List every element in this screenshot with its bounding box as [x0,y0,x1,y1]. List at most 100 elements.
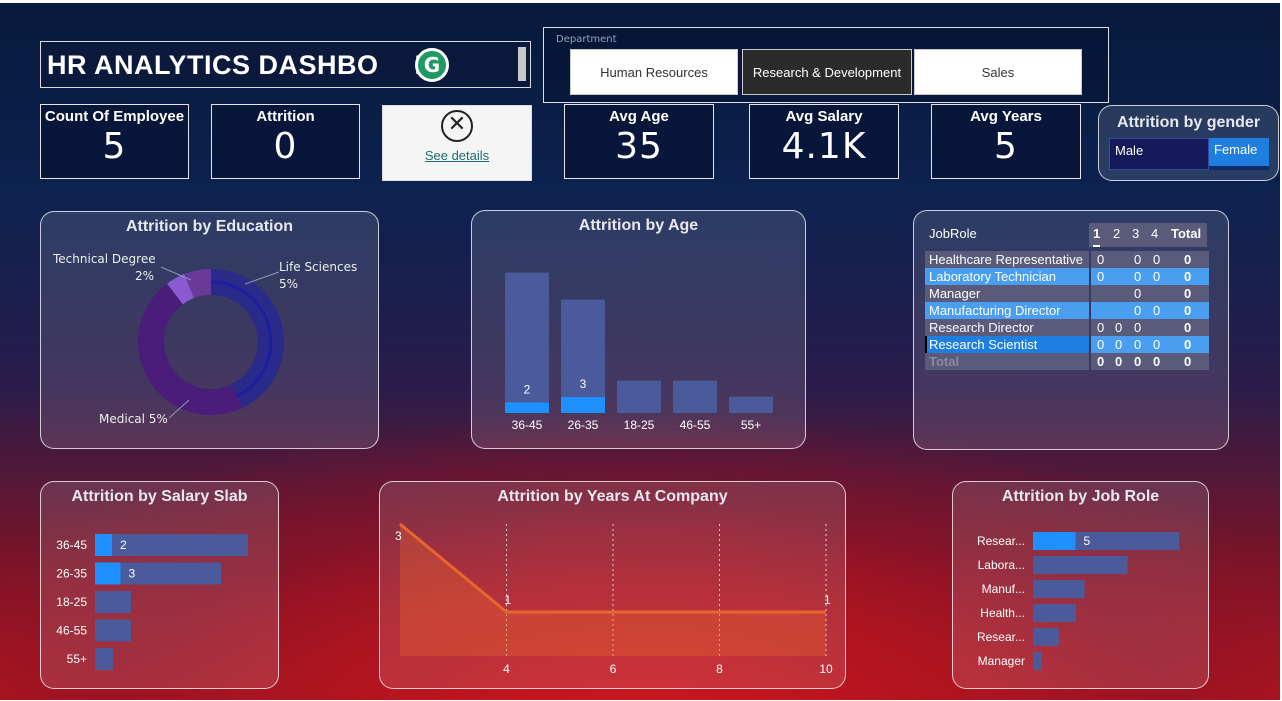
x-tick-label: 18-25 [624,418,655,432]
matrix-row[interactable]: Manager 0 0 [925,285,1209,302]
matrix-header-col[interactable]: Total [1171,223,1201,245]
kpi-value: 5 [994,126,1018,167]
matrix-header-col[interactable]: 2 [1113,223,1120,245]
slicer-label: Department [556,34,617,45]
matrix-cell: 0 [1153,303,1161,318]
matrix-total-row[interactable]: Total 0 0 0 0 0 [925,353,1209,370]
matrix-cell: 0 [1097,320,1105,335]
matrix-header: JobRole 1 2 3 4 Total [925,223,1207,249]
scrollbar[interactable] [518,47,526,81]
y-tick-label: 26-35 [56,567,87,581]
details-card: ✕ See details [382,105,532,181]
matrix-row-label: Manager [929,286,981,301]
label-life-pct: 5% [279,277,299,291]
matrix-cell: 0 [1097,252,1105,267]
gender-option-female[interactable]: Female [1209,138,1269,170]
kpi-avg-age: Avg Age 35 [564,104,714,179]
y-tick-label: 55+ [67,652,87,666]
bar-background[interactable] [1033,604,1076,622]
matrix-header-jobrole[interactable]: JobRole [929,223,977,245]
bar-highlight[interactable] [1033,532,1076,550]
leader-line [244,271,280,285]
bar-background[interactable] [95,648,113,670]
matrix-row[interactable]: Laboratory Technician 0 0 0 0 [925,268,1209,285]
bar-highlight[interactable] [95,562,121,585]
matrix-row-label: Research Scientist [929,337,1038,352]
bar-background[interactable] [95,619,131,642]
bar-background[interactable] [617,380,661,413]
matrix-cell: 0 [1153,269,1161,284]
kpi-count-employee: Count Of Employee 5 [40,104,189,179]
donut-slice-technical-2[interactable] [167,273,195,305]
matrix-row[interactable]: Research Director 0 0 0 0 [925,319,1209,336]
y-tick-label: 18-25 [56,595,87,609]
matrix-row-label: Research Director [929,320,1034,335]
x-tick-label: 4 [503,662,510,676]
y-tick-label: 46-55 [56,624,87,638]
label-medical: Medical 5% [99,412,168,426]
gender-option-male[interactable]: Male [1109,138,1209,170]
matrix-cell: 0 [1134,337,1142,352]
see-details-link[interactable]: See details [383,148,531,163]
matrix-cell: 0 [1115,320,1123,335]
y-tick-label: Manuf... [982,582,1025,596]
kpi-label: Attrition [256,108,315,125]
close-circle-icon[interactable]: ✕ [441,110,473,142]
matrix-cell: 0 [1184,252,1192,267]
matrix-row[interactable]: Healthcare Representative 0 0 0 0 [925,251,1209,268]
matrix-cell: 0 [1097,354,1105,369]
y-tick-label: Manager [978,654,1025,668]
slicer-option-research-development[interactable]: Research & Development [742,49,912,95]
bar-highlight[interactable] [561,397,605,413]
donut-slice-technical[interactable] [184,269,212,299]
bar-background[interactable] [95,534,248,556]
age-bar-chart: 2 36-45 3 26-35 18-25 46-55 55+ [505,272,773,432]
data-label: 1 [505,593,512,607]
matrix-row[interactable]: Research Scientist 0 0 0 0 0 [925,336,1209,353]
bar-highlight[interactable] [95,534,112,556]
x-tick-label: 46-55 [680,418,711,432]
matrix-header-col[interactable]: 1 [1093,223,1101,247]
x-tick-label: 36-45 [512,418,543,432]
gender-slicer: Attrition by gender Male Female [1098,105,1279,181]
label-technical-degree: Technical Degree [53,252,156,266]
matrix-cell: 0 [1134,252,1142,267]
x-tick-label: 6 [610,662,617,676]
kpi-value: 35 [615,126,663,167]
bar-background[interactable] [729,396,773,413]
education-donut-chart [138,266,284,419]
matrix-cell: 0 [1184,286,1192,301]
bar-background[interactable] [1033,652,1042,670]
bar-background[interactable] [95,591,131,613]
dashboard-title: HR ANALYTICS DASHBOD [47,50,434,80]
x-tick-label: 55+ [741,418,761,432]
kpi-avg-salary: Avg Salary 4.1K [749,104,899,179]
jobrole-matrix-panel: JobRole 1 2 3 4 Total Healthcare Represe… [913,210,1229,450]
bar-background[interactable] [673,380,717,413]
matrix-cell: 0 [1184,337,1192,352]
bar-background[interactable] [1033,556,1128,574]
slicer-option-sales[interactable]: Sales [914,49,1082,95]
kpi-attrition: Attrition 0 [211,104,360,179]
bar-background[interactable] [1033,580,1085,598]
bar-background[interactable] [561,299,605,413]
slicer-option-human-resources[interactable]: Human Resources [570,49,738,95]
years-area-chart: 3 1 1 4 6 8 10 [395,522,833,676]
matrix-cell: 0 [1134,320,1142,335]
matrix-header-col[interactable]: 3 [1132,223,1139,245]
donut-slice-life-sciences[interactable] [210,269,284,408]
kpi-label: Avg Salary [785,108,863,125]
bar-data-label: 3 [129,567,136,581]
data-label: 3 [395,529,402,543]
matrix-row-label: Total [929,354,960,369]
matrix-cell: 0 [1134,354,1142,369]
matrix-header-col[interactable]: 4 [1151,223,1158,245]
bar-highlight[interactable] [505,402,549,413]
matrix-row[interactable]: Manufacturing Director 0 0 0 [925,302,1209,319]
gender-slicer-title: Attrition by gender [1116,114,1261,131]
y-tick-label: Resear... [977,534,1025,548]
dashboard-canvas: HR ANALYTICS DASHBOD G Department Human … [0,3,1280,700]
bar-background[interactable] [1033,628,1059,646]
y-tick-label: 36-45 [56,538,87,552]
grammarly-icon[interactable]: G [415,48,449,82]
